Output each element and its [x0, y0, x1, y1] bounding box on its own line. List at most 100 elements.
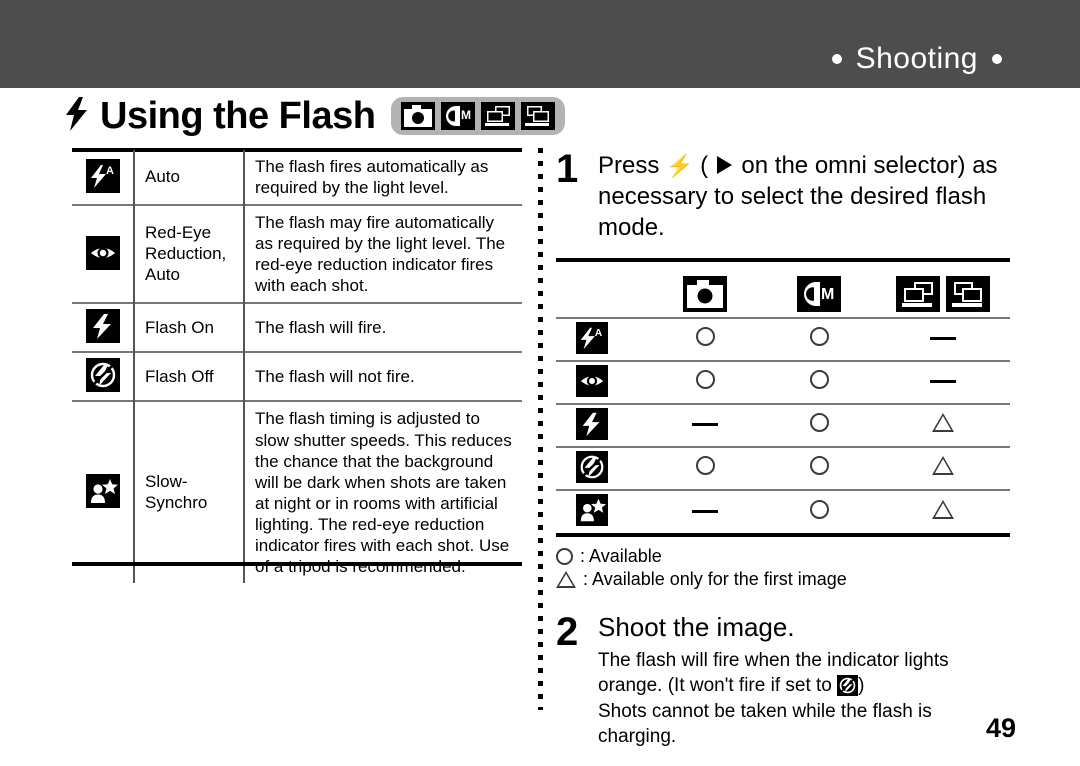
- matrix-cell: [762, 359, 876, 404]
- matrix-cell: [876, 316, 1010, 361]
- svg-text:A: A: [595, 328, 603, 339]
- flash-mode-description: The flash will fire.: [243, 302, 522, 353]
- legend-first-image-label: : Available only for the first image: [583, 568, 847, 589]
- continuous-mode-icon: [521, 102, 556, 130]
- left-table-bottom-rule: [72, 562, 522, 566]
- flash-bolt-icon: [66, 97, 88, 137]
- flash-off-icon: [85, 358, 120, 393]
- column-divider: [538, 148, 543, 710]
- flash-off-icon: [837, 675, 859, 697]
- mode-icon-pill: M: [391, 97, 566, 135]
- legend-available-label: : Available: [580, 545, 662, 566]
- legend-available: : Available: [556, 545, 1026, 568]
- table-row: A: [556, 316, 1010, 361]
- flash-mode-icon-cell: [72, 302, 135, 353]
- matrix-row-icon-cell: [556, 359, 648, 404]
- header-section-label: Shooting: [831, 42, 1002, 76]
- matrix-cell: [876, 359, 1010, 404]
- flash-auto-icon: A: [576, 321, 608, 354]
- first-image-triangle-icon: [556, 571, 576, 589]
- not-available-dash-icon: [930, 337, 956, 341]
- first-image-triangle-icon: [932, 456, 954, 476]
- matrix-cell: [648, 488, 762, 533]
- flash-mode-icon-cell: [72, 351, 135, 402]
- matrix-header-manual: M: [762, 272, 876, 318]
- table-row: A Auto The flash fires automatically as …: [72, 150, 522, 206]
- table-row: Flash Off The flash will not fire.: [72, 351, 522, 402]
- movie-mode-icon: [896, 276, 940, 313]
- flash-mode-description: The flash fires automatically as require…: [243, 150, 522, 206]
- bullet-dot-left-icon: [831, 54, 842, 64]
- matrix-header-row: M: [556, 272, 1010, 318]
- step-2-line-2-before: orange. (It won't fire if set to: [598, 675, 838, 697]
- flash-mode-description: The flash may fire automatically as requ…: [243, 204, 522, 304]
- step-2-line-3: Shots cannot be taken while the flash is: [598, 700, 932, 722]
- available-circle-icon: [695, 370, 715, 390]
- flash-mode-icon-cell: [72, 204, 135, 304]
- flash-mode-name: Auto: [133, 150, 245, 206]
- step-1-instruction: Press ⚡ ( on the omni selector) as neces…: [598, 150, 1026, 244]
- manual-page: Shooting Using the Flash M A Auto The fl…: [0, 0, 1080, 766]
- continuous-mode-icon: [946, 276, 990, 313]
- header-bar: Shooting: [0, 0, 1080, 88]
- manual-mode-icon: M: [441, 102, 476, 130]
- still-image-mode-icon: [683, 275, 727, 312]
- flash-mode-name: Flash On: [133, 302, 245, 353]
- available-circle-icon: [695, 327, 715, 347]
- matrix-row-icon-cell: [556, 488, 648, 533]
- available-circle-icon: [809, 370, 829, 390]
- flash-on-icon: [85, 309, 120, 344]
- not-available-dash-icon: [692, 509, 718, 513]
- table-row: [556, 359, 1010, 404]
- flash-mode-compatibility-matrix: M A: [556, 272, 1010, 533]
- matrix-bottom-rule: [556, 532, 1010, 537]
- flash-bolt-icon: ⚡: [666, 153, 694, 178]
- page-title: Using the Flash: [100, 94, 376, 137]
- matrix-cell: [876, 445, 1010, 490]
- slow-synchro-icon: [576, 494, 608, 527]
- available-circle-icon: [809, 456, 829, 476]
- slow-synchro-icon: [85, 474, 120, 509]
- matrix-row-icon-cell: [556, 402, 648, 447]
- available-circle-icon: [809, 413, 829, 433]
- bullet-dot-right-icon: [992, 54, 1002, 64]
- table-row: [556, 402, 1010, 447]
- first-image-triangle-icon: [932, 499, 954, 519]
- matrix-cell: [876, 488, 1010, 533]
- flash-mode-icon-cell: [72, 400, 135, 584]
- flash-mode-name: Flash Off: [133, 351, 245, 402]
- step-1-number: 1: [556, 147, 579, 191]
- red-eye-reduction-icon: [576, 364, 608, 397]
- matrix-cell: [648, 359, 762, 404]
- movie-mode-icon: [481, 102, 516, 130]
- legend-first-image: : Available only for the first image: [556, 568, 1026, 591]
- not-available-dash-icon: [930, 380, 956, 384]
- available-circle-icon: [809, 327, 829, 347]
- matrix-cell: [762, 402, 876, 447]
- still-image-mode-icon: [401, 102, 436, 130]
- matrix-cell: [762, 316, 876, 361]
- flash-mode-description: The flash timing is adjusted to slow shu…: [243, 400, 522, 584]
- svg-text:A: A: [106, 165, 114, 177]
- matrix-row-icon-cell: [556, 445, 648, 490]
- matrix-cell: [876, 402, 1010, 447]
- step-2: 2 Shoot the image. The flash will fire w…: [556, 612, 1026, 750]
- step-2-line-1: The flash will fire when the indicator l…: [598, 649, 949, 671]
- manual-mode-icon: M: [797, 275, 841, 312]
- step-2-body: The flash will fire when the indicator l…: [598, 648, 1026, 750]
- matrix-cell: [648, 316, 762, 361]
- flash-off-icon: [576, 450, 608, 483]
- page-number: 49: [985, 713, 1016, 743]
- step-2-title: Shoot the image.: [598, 612, 795, 643]
- page-title-row: Using the Flash M: [66, 92, 566, 140]
- available-circle-icon: [556, 547, 573, 565]
- available-circle-icon: [695, 456, 715, 476]
- flash-mode-name: Slow-Synchro: [133, 400, 245, 584]
- flash-auto-icon: A: [85, 158, 120, 193]
- flash-mode-description: The flash will not fire.: [243, 351, 522, 402]
- right-arrow-icon: [716, 156, 732, 174]
- matrix-legend: : Available : Available only for the fir…: [556, 545, 1026, 592]
- step-1: 1 Press ⚡ ( on the omni selector) as nec…: [556, 147, 1026, 244]
- table-row: Flash On The flash will fire.: [72, 302, 522, 353]
- matrix-cell: [648, 402, 762, 447]
